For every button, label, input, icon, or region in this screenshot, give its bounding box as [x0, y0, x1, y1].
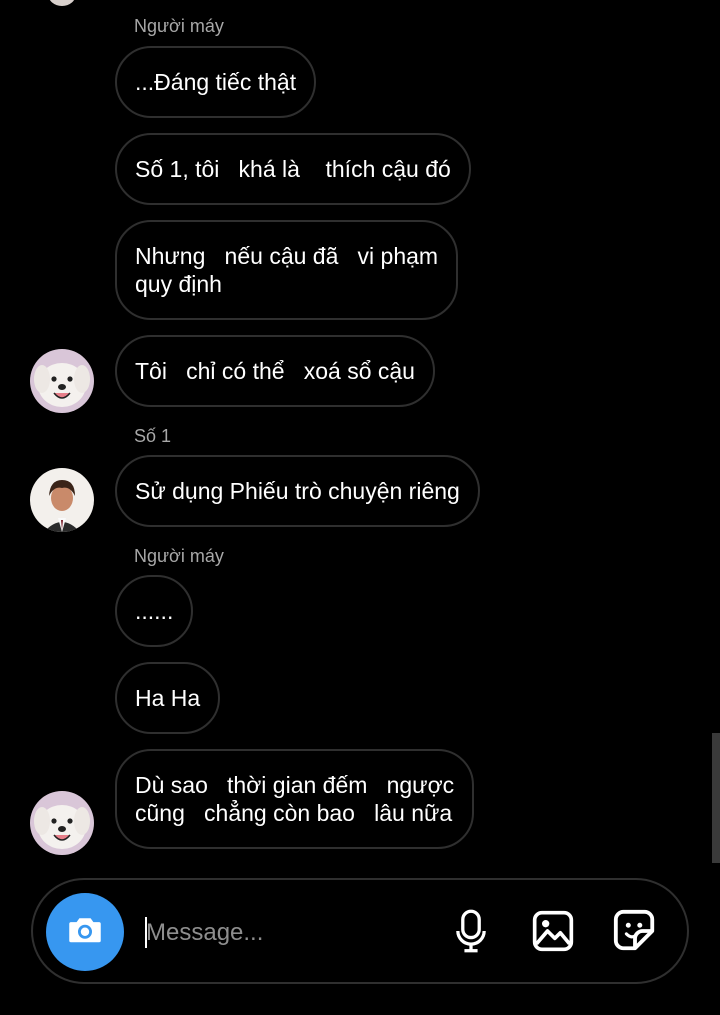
- scrollbar[interactable]: [712, 733, 720, 863]
- message-bubble[interactable]: Dù sao thời gian đếm ngược cũng chẳng cò…: [115, 749, 475, 849]
- message-composer: [31, 878, 689, 984]
- dog-avatar[interactable]: [30, 791, 94, 855]
- boy-avatar[interactable]: [30, 468, 94, 532]
- text-cursor: [145, 917, 147, 948]
- sticker-icon: [612, 908, 658, 959]
- message-bubble[interactable]: Ha Ha: [115, 662, 221, 734]
- message-bubble[interactable]: Nhưng nếu cậu đã vi phạm quy định: [115, 220, 459, 320]
- message-bubble[interactable]: Tôi chỉ có thể xoá sổ cậu: [115, 335, 435, 407]
- camera-button[interactable]: [46, 893, 124, 971]
- sticker-button[interactable]: [610, 908, 660, 958]
- message-bubble[interactable]: ...Đáng tiếc thật: [115, 46, 317, 118]
- microphone-button[interactable]: [446, 908, 496, 958]
- sender-name: Người máy: [134, 16, 224, 36]
- camera-icon: [64, 909, 106, 956]
- microphone-icon: [451, 908, 491, 959]
- partial-avatar-top: [48, 0, 76, 6]
- sender-name: Số 1: [134, 426, 172, 446]
- message-bubble[interactable]: Sử dụng Phiếu trò chuyện riêng: [115, 455, 480, 527]
- dog-avatar[interactable]: [30, 349, 94, 413]
- message-bubble[interactable]: Số 1, tôi khá là thích cậu đó: [115, 133, 471, 205]
- message-bubble[interactable]: ......: [115, 575, 194, 647]
- gallery-icon: [531, 909, 575, 958]
- message-input[interactable]: [144, 910, 438, 956]
- sender-name: Người máy: [134, 546, 224, 566]
- gallery-button[interactable]: [528, 908, 578, 958]
